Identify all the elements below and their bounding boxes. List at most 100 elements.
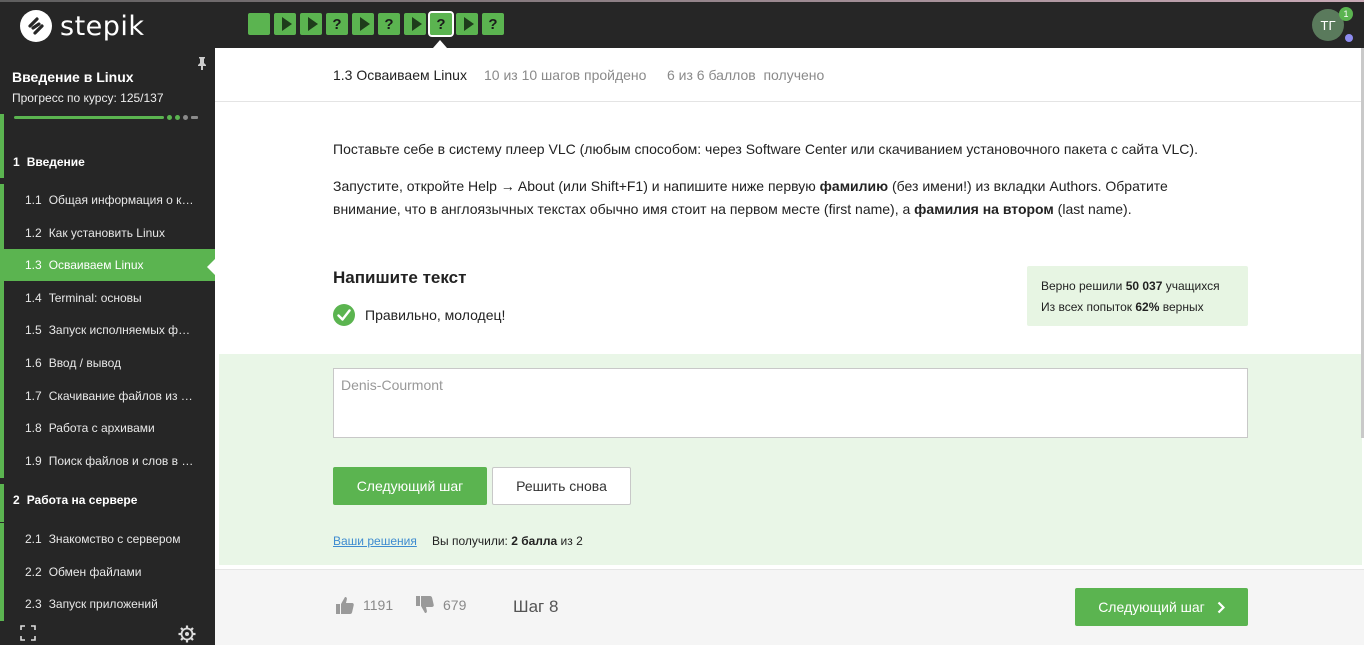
section-title: Работа на сервере xyxy=(26,493,138,507)
sidebar-lesson-1-5[interactable]: 1.5 Запуск исполняемых файлов xyxy=(0,314,215,346)
top-accent-line xyxy=(0,0,1364,2)
step-text-paragraph-2: Запустите, откройте Help → About (или Sh… xyxy=(333,175,1213,221)
sidebar-lesson-1-3[interactable]: 1.3 Осваиваем Linux xyxy=(0,249,215,282)
progress-bar xyxy=(14,116,164,119)
lesson-steps-progress: 10 из 10 шагов пройдено xyxy=(484,67,647,83)
lesson-indicator xyxy=(0,347,4,380)
play-icon xyxy=(463,17,474,31)
step-video-5[interactable] xyxy=(352,13,374,35)
sidebar-section-2[interactable]: 2 Работа на сервере xyxy=(0,484,215,516)
task-title: Напишите текст xyxy=(333,268,467,287)
step-quiz-6[interactable]: ? xyxy=(378,13,400,35)
lesson-indicator xyxy=(0,314,4,348)
stats-attempts: Из всех попыток 62% верных xyxy=(1041,297,1234,318)
progress-dot xyxy=(175,115,180,120)
top-bar: stepik ???? ТГ 1 xyxy=(0,0,1364,48)
dislike-button[interactable]: 679 xyxy=(415,596,466,614)
solved-count: 50 037 xyxy=(1125,279,1163,293)
play-icon xyxy=(359,17,370,31)
lesson-title: Запуск исполняемых файлов xyxy=(48,323,196,338)
sidebar-lesson-2-3[interactable]: 2.3 Запуск приложений xyxy=(0,588,215,620)
section-number: 1 xyxy=(13,155,20,169)
text-fragment: из 2 xyxy=(557,534,583,548)
step-quiz-4[interactable]: ? xyxy=(326,13,348,35)
text-fragment: Запустите, откройте Help → About (или Sh… xyxy=(333,178,820,194)
lesson-indicator xyxy=(0,523,4,556)
play-icon xyxy=(281,17,292,31)
text-fragment: Верно решили xyxy=(1041,279,1126,293)
lesson-indicator xyxy=(0,379,4,413)
progress-module-dots xyxy=(167,115,198,120)
stepik-logo-icon xyxy=(20,10,52,42)
text-fragment: Из всех попыток xyxy=(1041,300,1136,314)
step-quiz-10[interactable]: ? xyxy=(482,13,504,35)
sidebar-lesson-1-7[interactable]: 1.7 Скачивание файлов из интернета xyxy=(0,380,215,412)
lesson-title: Осваиваем Linux xyxy=(48,258,144,273)
sidebar-section-1[interactable]: 1 Введение xyxy=(0,146,215,178)
answer-textarea[interactable]: Denis-Courmont xyxy=(333,368,1248,438)
lesson-number: 2.2 xyxy=(25,564,42,579)
lesson-indicator xyxy=(0,444,4,478)
progress-dot xyxy=(183,115,188,120)
lesson-indicator xyxy=(0,184,4,217)
sidebar-lesson-1-4[interactable]: 1.4 Terminal: основы xyxy=(0,282,215,314)
active-lesson-notch xyxy=(207,259,215,275)
course-title[interactable]: Введение в Linux xyxy=(12,69,134,85)
play-icon xyxy=(307,17,318,31)
text-fragment: (last name). xyxy=(1053,201,1132,217)
step-quiz-8[interactable]: ? xyxy=(428,11,454,37)
lesson-title: Обмен файлами xyxy=(48,564,142,579)
lesson-title: Общая информация о курсе xyxy=(48,193,196,207)
lesson-number: 1.4 xyxy=(25,290,42,305)
your-solutions-link[interactable]: Ваши решения xyxy=(333,534,417,548)
lesson-number: 1.1 xyxy=(25,193,42,207)
stats-solved: Верно решили 50 037 учащихся xyxy=(1041,276,1234,297)
section-indicator xyxy=(0,146,4,178)
sidebar-lesson-2-2[interactable]: 2.2 Обмен файлами xyxy=(0,556,215,588)
course-sidebar: Введение в Linux Прогресс по курсу: 125/… xyxy=(0,48,215,645)
sidebar-lesson-2-1[interactable]: 2.1 Знакомство с сервером xyxy=(0,523,215,555)
text-fragment: учащихся xyxy=(1162,279,1220,293)
gear-icon[interactable] xyxy=(178,625,196,643)
step-video-9[interactable] xyxy=(456,13,478,35)
lesson-indicator xyxy=(0,588,4,622)
play-icon xyxy=(411,17,422,31)
stepik-logo[interactable]: stepik xyxy=(20,10,145,42)
next-step-button[interactable]: Следующий шаг xyxy=(333,467,487,505)
retry-button[interactable]: Решить снова xyxy=(492,467,631,505)
section-indicator xyxy=(0,114,4,146)
chevron-right-icon xyxy=(1217,601,1225,613)
step-number: Шаг 8 xyxy=(513,597,559,616)
course-progress: Прогресс по курсу: 125/137 xyxy=(12,91,164,105)
result-text: Правильно, молодец! xyxy=(365,307,506,323)
sidebar-lesson-1-8[interactable]: 1.8 Работа с архивами xyxy=(0,412,215,444)
step-video-3[interactable] xyxy=(300,13,322,35)
fullscreen-icon[interactable] xyxy=(20,625,36,641)
lesson-title: Запуск приложений xyxy=(48,597,158,612)
text-bold: фамилия на втором xyxy=(914,201,1054,217)
step-video-7[interactable] xyxy=(404,13,426,35)
lesson-title: Скачивание файлов из интернета xyxy=(48,388,196,403)
logo-text: stepik xyxy=(60,10,145,42)
thumbs-up-icon xyxy=(336,597,354,614)
text-bold: фамилию xyxy=(819,178,889,194)
sidebar-lesson-1-6[interactable]: 1.6 Ввод / вывод xyxy=(0,347,215,379)
lesson-title: Как установить Linux xyxy=(48,225,165,240)
lesson-title: 1.3 Осваиваем Linux xyxy=(333,67,467,83)
lesson-title: Ввод / вывод xyxy=(48,356,121,370)
section-number: 2 xyxy=(13,493,20,507)
like-button[interactable]: 1191 xyxy=(335,596,393,614)
notification-badge[interactable]: 1 xyxy=(1339,7,1353,21)
footer-next-step-button[interactable]: Следующий шаг xyxy=(1075,588,1248,626)
lesson-number: 2.3 xyxy=(25,597,42,612)
sidebar-lesson-1-9[interactable]: 1.9 Поиск файлов и слов в файлах xyxy=(0,445,215,477)
step-video-2[interactable] xyxy=(274,13,296,35)
step-text-1[interactable] xyxy=(248,13,270,35)
sidebar-lesson-1-2[interactable]: 1.2 Как установить Linux xyxy=(0,217,215,249)
lesson-indicator xyxy=(0,555,4,589)
sidebar-lesson-1-1[interactable]: 1.1 Общая информация о курсе xyxy=(0,184,215,216)
lesson-indicator xyxy=(0,249,4,283)
pin-icon[interactable] xyxy=(196,56,208,73)
progress-dot xyxy=(167,115,172,120)
button-label: Следующий шаг xyxy=(1098,599,1205,615)
